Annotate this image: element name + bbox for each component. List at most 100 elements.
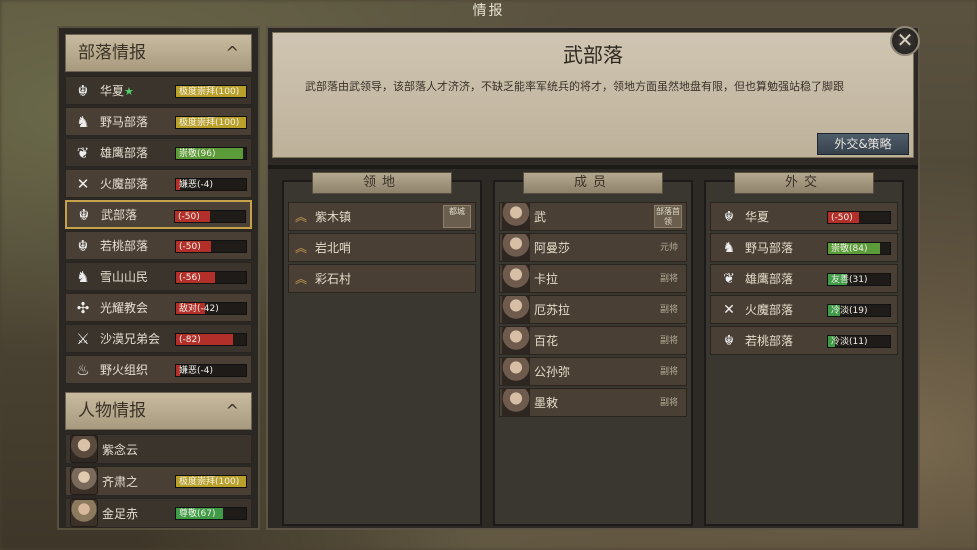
member-portrait <box>502 389 530 416</box>
relation-text: 嫌恶(-4) <box>179 180 213 190</box>
tribe-emblem-icon: ♞ <box>76 267 90 286</box>
member-row[interactable]: 武 部落首领 <box>499 202 687 231</box>
tribe-emblem-icon: ✕ <box>723 301 735 318</box>
tribe-name: 火魔部落 <box>100 175 170 192</box>
tribe-name: 野火组织 <box>100 361 170 378</box>
rank-chevron-icon: ︽ <box>295 241 308 255</box>
person-row[interactable]: 齐肃之 极度崇拜(100) <box>65 466 252 496</box>
tribe-row[interactable]: ☬ 若桃部落 (-50) <box>65 231 252 260</box>
member-portrait <box>502 327 530 354</box>
relation-bar: 极度崇拜(100) <box>175 85 247 98</box>
chevron-up-icon[interactable]: ^ <box>226 393 239 429</box>
member-rank: 元帅 <box>659 243 678 253</box>
diplomacy-tribe-name: 若桃部落 <box>745 334 794 348</box>
member-row[interactable]: 阿曼莎 元帅 <box>499 233 687 262</box>
diplomacy-row[interactable]: ☬ 若桃部落 冷淡(11) <box>710 326 898 355</box>
tribe-emblem-icon: ♞ <box>76 112 90 131</box>
relation-text: 崇敬(84) <box>831 244 868 254</box>
relation-bar: 极度崇拜(100) <box>175 475 247 488</box>
rank-chevron-icon: ︽ <box>295 210 308 224</box>
tribe-row[interactable]: ✕ 火魔部落 嫌恶(-4) <box>65 169 252 198</box>
diplomacy-title: 外交 <box>734 172 874 194</box>
person-name: 金足赤 <box>102 506 139 521</box>
tribe-emblem-icon: ☬ <box>78 205 90 224</box>
member-name: 公孙弥 <box>534 365 571 379</box>
relation-text: 嫌恶(-4) <box>179 366 213 376</box>
person-row[interactable]: 金足赤 尊敬(67) <box>65 498 252 528</box>
person-portrait <box>70 435 98 463</box>
relation-text: 极度崇拜(100) <box>179 477 240 487</box>
tribe-name-text: 武部落 <box>101 208 138 222</box>
tribe-row[interactable]: ❦ 雄鹰部落 崇敬(96) <box>65 138 252 167</box>
territory-row[interactable]: ︽ 紫木镇 都城 <box>288 202 476 231</box>
relation-bar: 友善(31) <box>827 273 891 286</box>
tribe-row[interactable]: ♞ 野马部落 极度崇拜(100) <box>65 107 252 136</box>
tribe-row[interactable]: ☬ 华夏★ 极度崇拜(100) <box>65 76 252 105</box>
tribe-name: 武部落 <box>101 206 171 223</box>
diplomacy-row[interactable]: ✕ 火魔部落 冷淡(19) <box>710 295 898 324</box>
left-panel: 部落情报 ^ ☬ 华夏★ 极度崇拜(100) ♞ 野马部落 极度崇拜(100) ❦ 雄鹰部落崇… <box>57 26 260 530</box>
person-list: 紫念云齐肃之 极度崇拜(100) 金足赤 尊敬(67) <box>59 434 258 528</box>
capital-tag: 都城 <box>443 205 471 228</box>
member-name: 百花 <box>534 334 559 348</box>
relation-bar: (-56) <box>175 271 247 284</box>
diplomacy-strategy-button[interactable]: 外交&策略 <box>817 133 909 155</box>
member-row[interactable]: 百花 副将 <box>499 326 687 355</box>
tribe-name-text: 野马部落 <box>100 115 149 129</box>
relation-text: 友善(31) <box>831 275 868 285</box>
relation-text: (-50) <box>178 212 200 222</box>
tribe-section-header[interactable]: 部落情报 ^ <box>65 34 252 72</box>
member-rank: 副将 <box>659 274 678 284</box>
territory-name: 彩石村 <box>315 272 352 286</box>
member-portrait <box>502 265 530 292</box>
person-row[interactable]: 紫念云 <box>65 434 252 464</box>
relation-text: (-50) <box>831 213 853 223</box>
tribe-row[interactable]: ✣ 光耀教会 敌对(-42) <box>65 293 252 322</box>
member-row[interactable]: 厄苏拉 副将 <box>499 295 687 324</box>
diplomacy-tribe-name: 华夏 <box>745 210 770 224</box>
diplomacy-row[interactable]: ☬ 华夏 (-50) <box>710 202 898 231</box>
member-row[interactable]: 公孙弥 副将 <box>499 357 687 386</box>
tribe-section-title: 部落情报 <box>78 43 146 63</box>
relation-bar: 崇敬(96) <box>175 147 247 160</box>
diplomacy-tribe-name: 火魔部落 <box>745 303 794 317</box>
tribe-name: 雄鹰部落 <box>100 144 170 161</box>
relation-bar: 嫌恶(-4) <box>175 364 247 377</box>
relation-text: (-50) <box>179 242 201 252</box>
members-title: 成员 <box>523 172 663 194</box>
person-portrait <box>70 499 98 527</box>
leader-tag: 部落首领 <box>654 205 682 228</box>
territory-row[interactable]: ︽ 岩北哨 <box>288 233 476 262</box>
tribe-emblem-icon: ♞ <box>722 239 736 256</box>
tribe-description: 武部落由武领导，该部落人才济济，不缺乏能率军统兵的将才，领地方面虽然地盘有限，但… <box>305 80 844 93</box>
tribe-row[interactable]: ♞ 雪山山民 (-56) <box>65 262 252 291</box>
tribe-row[interactable]: ⚔ 沙漠兄弟会 (-82) <box>65 324 252 353</box>
tribe-name: 若桃部落 <box>100 237 170 254</box>
relation-text: 敌对(-42) <box>179 304 219 314</box>
tribe-row[interactable]: ♨ 野火组织 嫌恶(-4) <box>65 355 252 384</box>
territory-row[interactable]: ︽ 彩石村 <box>288 264 476 293</box>
chevron-up-icon[interactable]: ^ <box>226 35 239 71</box>
tribe-name: 雪山山民 <box>100 268 170 285</box>
person-section-title: 人物情报 <box>78 401 146 421</box>
diplomacy-row[interactable]: ♞ 野马部落 崇敬(84) <box>710 233 898 262</box>
members-column: 成员 武部落首领 阿曼莎 元帅 卡拉 副将 厄苏拉 副将 百花 副将 公孙弥 副将 墨敕 副将 <box>493 172 693 526</box>
territory-title: 领地 <box>312 172 452 194</box>
member-rank: 副将 <box>659 305 678 315</box>
territory-name: 紫木镇 <box>315 210 352 224</box>
tribe-name: 光耀教会 <box>100 299 170 316</box>
diplomacy-row[interactable]: ❦ 雄鹰部落 友善(31) <box>710 264 898 293</box>
member-row[interactable]: 墨敕 副将 <box>499 388 687 417</box>
member-name: 厄苏拉 <box>534 303 571 317</box>
member-row[interactable]: 卡拉 副将 <box>499 264 687 293</box>
person-name: 齐肃之 <box>102 474 139 489</box>
close-icon[interactable]: ✕ <box>890 26 920 56</box>
tribe-name-text: 光耀教会 <box>100 301 149 315</box>
tribe-row[interactable]: ☬ 武部落 (-50) <box>65 200 252 229</box>
territory-column: 领地 ︽ 紫木镇 都城 ︽ 岩北哨 ︽ 彩石村 <box>282 172 482 526</box>
tribe-list: ☬ 华夏★ 极度崇拜(100) ♞ 野马部落 极度崇拜(100) ❦ 雄鹰部落 崇敬(96) ✕ 火… <box>59 76 258 384</box>
tribe-emblem-icon: ☬ <box>724 332 734 349</box>
person-section-header[interactable]: 人物情报 ^ <box>65 392 252 430</box>
tribe-name-text: 火魔部落 <box>100 177 149 191</box>
tribe-name-text: 若桃部落 <box>100 239 149 253</box>
